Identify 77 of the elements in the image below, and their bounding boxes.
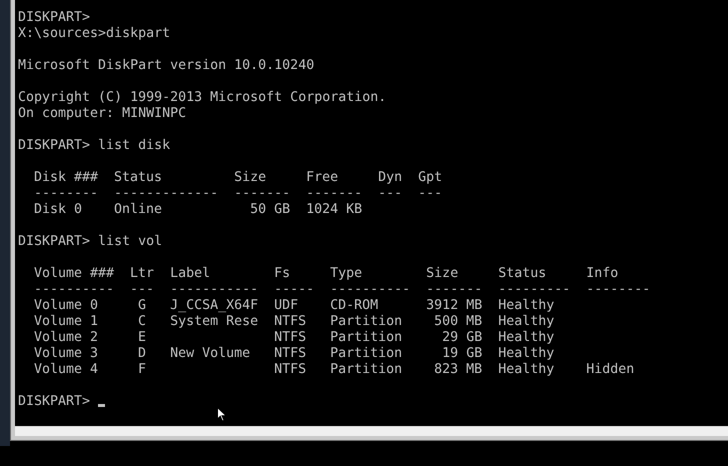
table-cell: Partition [330,314,402,329]
column-header: Size [426,266,458,281]
table-cell: Online [114,202,162,217]
table-cell: NTFS [274,330,306,345]
table-cell: Volume 0 [34,298,98,313]
table-cell: Healthy [498,362,554,377]
table-cell: Volume 3 [34,346,98,361]
table-cell: J_CCSA_X64F [170,298,258,313]
column-header: Size [234,170,266,185]
table-cell: Partition [330,330,402,345]
column-header: Info [586,266,618,281]
table-cell: UDF [274,298,298,313]
column-header: Volume ### [34,266,114,281]
table-cell: 50 GB [250,202,290,217]
command-prompt: DISKPART> [18,394,90,409]
column-header: Fs [274,266,290,281]
header-rule: --- [418,186,442,201]
header-rule: ------- [426,282,482,297]
mouse-pointer-icon [217,407,227,422]
table-cell: System Rese [170,314,258,329]
header-rule: --- [378,186,402,201]
console-line: DISKPART> list disk [18,138,170,154]
table-cell: 3912 MB [426,298,482,313]
header-rule: ----- [274,282,314,297]
console-line: Copyright (C) 1999-2013 Microsoft Corporation. [18,90,386,106]
console-line: DISKPART> [18,10,90,26]
table-cell: D [138,346,146,361]
table-cell: Volume 2 [34,330,98,345]
table-cell: New Volume [170,346,250,361]
column-header: Disk ### [34,170,98,185]
column-header: Ltr [130,266,154,281]
header-rule: ---------- [34,282,114,297]
column-header: Label [170,266,210,281]
table-cell: 823 MB [434,362,482,377]
console-line: DISKPART> list vol [18,234,162,250]
header-rule: ------- [234,186,290,201]
table-cell: NTFS [274,362,306,377]
table-cell: 29 GB [442,330,482,345]
table-cell: G [138,298,146,313]
table-cell: Partition [330,362,402,377]
table-cell: 1024 KB [306,202,362,217]
header-rule: --------- [498,282,570,297]
header-rule: -------- [34,186,98,201]
header-rule: ------- [306,186,362,201]
console-line: X:\sources>diskpart [18,26,170,42]
table-cell: 19 GB [442,346,482,361]
console-line: Microsoft DiskPart version 10.0.10240 [18,58,314,74]
text-cursor-icon [98,404,106,407]
column-header: Free [306,170,338,185]
table-cell: F [138,362,146,377]
column-header: Gpt [418,170,442,185]
table-cell: Hidden [586,362,634,377]
header-rule: ----------- [170,282,258,297]
table-cell: Disk 0 [34,202,82,217]
header-rule: -------- [586,282,650,297]
table-cell: 500 MB [434,314,482,329]
column-header: Status [498,266,546,281]
table-cell: C [138,314,146,329]
console-line: On computer: MINWINPC [18,106,186,122]
table-cell: NTFS [274,346,306,361]
table-cell: Volume 1 [34,314,98,329]
table-cell: E [138,330,146,345]
table-cell: Volume 4 [34,362,98,377]
table-cell: Healthy [498,330,554,345]
table-cell: Healthy [498,346,554,361]
header-rule: ---------- [330,282,410,297]
table-cell: Partition [330,346,402,361]
header-rule: ------------- [114,186,218,201]
table-cell: Healthy [498,314,554,329]
column-header: Dyn [378,170,402,185]
header-rule: --- [130,282,154,297]
table-cell: Healthy [498,298,554,313]
table-cell: NTFS [274,314,306,329]
column-header: Status [114,170,162,185]
column-header: Type [330,266,362,281]
horizontal-scrollbar[interactable] [15,426,728,436]
table-cell: CD-ROM [330,298,378,313]
